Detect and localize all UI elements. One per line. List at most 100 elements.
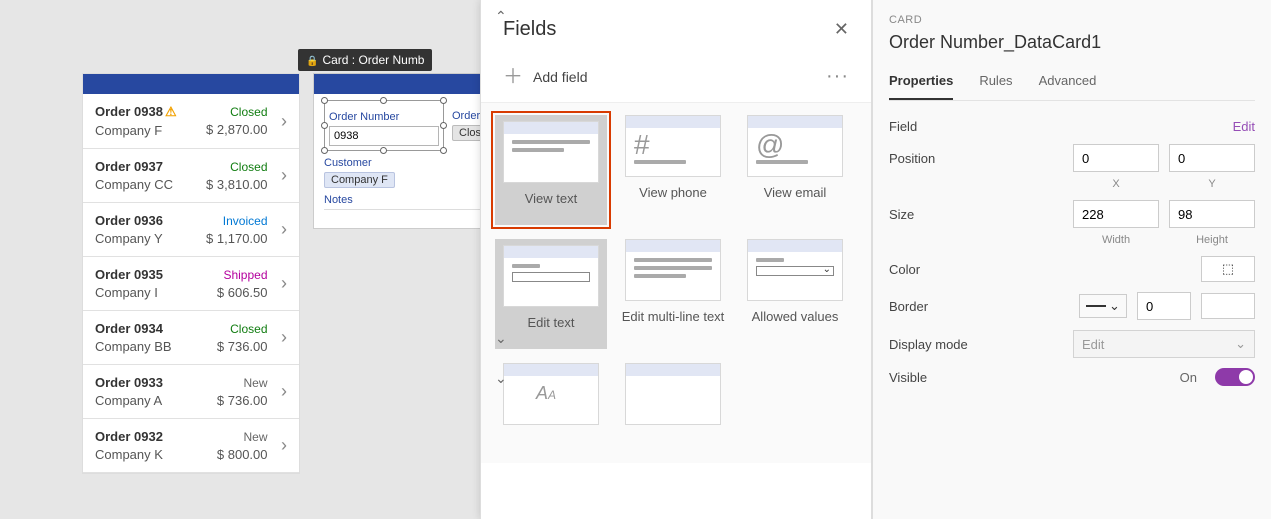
order-gallery-item[interactable]: Order 0932 Company K New $ 800.00 › [83, 419, 299, 473]
order-amount: $ 736.00 [203, 339, 268, 354]
order-company: Company F [95, 123, 195, 138]
breadcrumb: CARD [889, 14, 1255, 26]
border-label: Border [889, 299, 1039, 314]
tab-properties[interactable]: Properties [889, 67, 953, 100]
chevron-down-icon[interactable]: ⌄ [495, 370, 513, 387]
order-status: Closed [203, 105, 268, 119]
close-icon[interactable]: ✕ [834, 19, 849, 40]
position-y-input[interactable] [1169, 144, 1255, 172]
display-mode-label: Display mode [889, 337, 1039, 352]
order-status: New [203, 376, 268, 390]
order-gallery-item[interactable]: Order 0937 Company CC Closed $ 3,810.00 … [83, 149, 299, 203]
chevron-up-icon[interactable]: ⌃ [495, 8, 513, 25]
chevron-right-icon[interactable]: › [275, 111, 293, 132]
border-style-dropdown[interactable]: ⌄ [1079, 294, 1127, 318]
order-amount: $ 3,810.00 [203, 177, 268, 192]
order-company: Company Y [95, 231, 195, 246]
chevron-down-icon: ⌄ [1109, 298, 1120, 314]
resize-handle[interactable] [321, 122, 328, 129]
chevron-right-icon[interactable]: › [275, 435, 293, 456]
properties-panel: CARD Order Number_DataCard1 Properties R… [872, 0, 1271, 519]
fieldtype-view-phone[interactable]: # View phone [617, 115, 729, 225]
order-number-datacard[interactable]: Order Number [324, 100, 444, 151]
order-amount: $ 800.00 [203, 447, 268, 462]
chevron-right-icon[interactable]: › [275, 165, 293, 186]
order-title: Order 0935 [95, 267, 195, 282]
resize-handle[interactable] [440, 97, 447, 104]
order-number-label: Order Number [329, 111, 439, 123]
order-gallery-item[interactable]: Order 0938⚠ Company F Closed $ 2,870.00 … [83, 94, 299, 149]
resize-handle[interactable] [440, 122, 447, 129]
order-amount: $ 606.50 [203, 285, 268, 300]
order-gallery-item[interactable]: Order 0935 Company I Shipped $ 606.50 › [83, 257, 299, 311]
fieldtype-more-2[interactable] [617, 363, 729, 463]
fields-panel: Fields ✕ ＋ Add field ··· ⌃ View text # V… [480, 0, 872, 519]
resize-handle[interactable] [380, 147, 387, 154]
order-company: Company A [95, 393, 195, 408]
color-label: Color [889, 262, 1039, 277]
add-field-label: Add field [533, 69, 587, 85]
chevron-right-icon[interactable]: › [275, 273, 293, 294]
visible-toggle[interactable] [1215, 368, 1255, 386]
resize-handle[interactable] [321, 147, 328, 154]
chevron-right-icon[interactable]: › [275, 327, 293, 348]
order-amount: $ 1,170.00 [203, 231, 268, 246]
order-gallery-header [83, 74, 299, 94]
selection-tooltip: Card : Order Numb [298, 49, 432, 71]
plus-icon: ＋ [503, 70, 523, 84]
order-status: Shipped [203, 268, 268, 282]
tab-rules[interactable]: Rules [979, 67, 1012, 100]
color-picker-button[interactable]: ⬚ [1201, 256, 1255, 282]
fieldtype-view-email[interactable]: @ View email [739, 115, 851, 225]
tab-advanced[interactable]: Advanced [1039, 67, 1097, 100]
border-width-input[interactable] [1137, 292, 1191, 320]
size-height-input[interactable] [1169, 200, 1255, 228]
order-gallery[interactable]: Order 0938⚠ Company F Closed $ 2,870.00 … [82, 73, 300, 474]
order-title: Order 0933 [95, 375, 195, 390]
size-width-input[interactable] [1073, 200, 1159, 228]
order-title: Order 0936 [95, 213, 195, 228]
display-mode-dropdown[interactable]: Edit ⌄ [1073, 330, 1255, 358]
order-status: New [203, 430, 268, 444]
fieldtype-allowed-values[interactable]: Allowed values [739, 239, 851, 349]
position-x-input[interactable] [1073, 144, 1159, 172]
more-icon[interactable]: ··· [826, 65, 849, 88]
order-company: Company BB [95, 339, 195, 354]
object-name: Order Number_DataCard1 [889, 32, 1255, 53]
tooltip-text: Card : Order Numb [322, 53, 424, 67]
order-gallery-item[interactable]: Order 0936 Company Y Invoiced $ 1,170.00… [83, 203, 299, 257]
chevron-down-icon[interactable]: ⌄ [495, 330, 513, 347]
chevron-right-icon[interactable]: › [275, 381, 293, 402]
order-number-input[interactable] [329, 126, 439, 146]
order-title: Order 0937 [95, 159, 195, 174]
order-gallery-item[interactable]: Order 0933 Company A New $ 736.00 › [83, 365, 299, 419]
order-status: Invoiced [203, 214, 268, 228]
visible-state-text: On [1180, 370, 1197, 385]
order-company: Company K [95, 447, 195, 462]
position-label: Position [889, 151, 1039, 166]
order-status: Closed [203, 160, 268, 174]
order-title: Order 0932 [95, 429, 195, 444]
field-edit-link[interactable]: Edit [1233, 119, 1255, 134]
chevron-right-icon[interactable]: › [275, 219, 293, 240]
order-company: Company CC [95, 177, 195, 192]
fieldtype-edit-multiline[interactable]: Edit multi-line text [617, 239, 729, 349]
order-amount: $ 2,870.00 [203, 122, 268, 137]
order-gallery-item[interactable]: Order 0934 Company BB Closed $ 736.00 › [83, 311, 299, 365]
order-amount: $ 736.00 [203, 393, 268, 408]
add-field-button[interactable]: ＋ Add field ··· [481, 51, 871, 102]
visible-label: Visible [889, 370, 1039, 385]
order-company: Company I [95, 285, 195, 300]
field-label: Field [889, 119, 1039, 134]
resize-handle[interactable] [321, 97, 328, 104]
order-status: Closed [203, 322, 268, 336]
border-color-button[interactable] [1201, 293, 1255, 319]
paint-icon: ⬚ [1222, 261, 1234, 277]
size-label: Size [889, 207, 1039, 222]
lock-icon [306, 53, 318, 67]
warning-icon: ⚠ [165, 104, 177, 119]
fieldtype-view-text[interactable]: View text [495, 115, 607, 225]
resize-handle[interactable] [380, 97, 387, 104]
order-title: Order 0938⚠ [95, 104, 195, 120]
resize-handle[interactable] [440, 147, 447, 154]
